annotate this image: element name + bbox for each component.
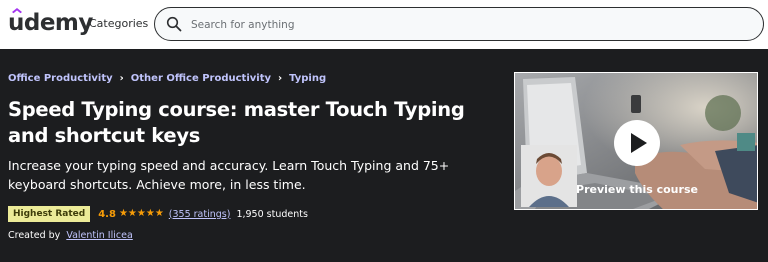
rating-row: Highest Rated 4.8 ★ ★ ★ ★ ★ (355 ratings… bbox=[8, 206, 308, 222]
created-by: Created by Valentin Ilicea bbox=[8, 230, 133, 242]
star-icon: ★ bbox=[136, 208, 146, 219]
preview-label: Preview this course bbox=[576, 183, 698, 196]
chevron-right-icon: › bbox=[119, 73, 124, 84]
chevron-right-icon: › bbox=[278, 73, 283, 84]
rating-score: 4.8 bbox=[98, 208, 116, 220]
course-title: Speed Typing course: master Touch Typing… bbox=[8, 98, 465, 147]
star-icon: ★ bbox=[154, 208, 164, 219]
star-icon: ★ bbox=[118, 208, 128, 219]
rating-stars: ★ ★ ★ ★ ★ bbox=[119, 208, 164, 220]
search-input[interactable] bbox=[191, 16, 711, 33]
course-subtitle: Increase your typing speed and accuracy.… bbox=[8, 158, 450, 192]
play-icon bbox=[631, 133, 647, 153]
search-icon[interactable] bbox=[166, 16, 182, 32]
breadcrumb-item-typing[interactable]: Typing bbox=[289, 72, 326, 85]
star-icon: ★ bbox=[127, 208, 137, 219]
course-preview[interactable]: Preview this course bbox=[514, 72, 758, 210]
highest-rated-badge: Highest Rated bbox=[8, 206, 91, 222]
students-count: 1,950 students bbox=[236, 208, 308, 220]
instructor-link[interactable]: Valentin Ilicea bbox=[66, 230, 132, 241]
created-by-label: Created by bbox=[8, 230, 61, 241]
logo-cap-icon bbox=[12, 8, 22, 14]
breadcrumb-item-office-productivity[interactable]: Office Productivity bbox=[8, 72, 113, 85]
play-button[interactable] bbox=[614, 120, 660, 166]
breadcrumb: Office Productivity › Other Office Produ… bbox=[8, 72, 326, 85]
breadcrumb-item-other-office-productivity[interactable]: Other Office Productivity bbox=[131, 72, 271, 85]
star-icon: ★ bbox=[145, 208, 155, 219]
top-navigation: udemy Categories bbox=[0, 0, 768, 49]
ratings-count-link[interactable]: (355 ratings) bbox=[169, 209, 231, 220]
search-bar bbox=[154, 7, 764, 41]
categories-menu[interactable]: Categories bbox=[89, 17, 148, 31]
